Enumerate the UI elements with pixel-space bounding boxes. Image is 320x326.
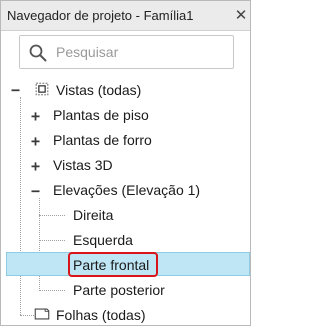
- annotation-highlight-box: [68, 252, 158, 277]
- expand-icon[interactable]: +: [30, 109, 41, 124]
- tree-label-ceiling-plans: Plantas de forro: [53, 132, 152, 148]
- tree-guide-elev-4: [39, 290, 65, 291]
- tree-label-elevations: Elevações (Elevação 1): [53, 182, 201, 198]
- tree-guide-elev-1: [39, 215, 65, 216]
- tree-guide-root-sheets: [20, 315, 34, 316]
- tree-guide-root: [20, 97, 21, 315]
- tree-label-elevation-left: Esquerda: [73, 232, 133, 248]
- views-icon: [35, 82, 49, 96]
- collapse-icon[interactable]: −: [10, 83, 21, 98]
- project-browser-panel: Navegador de projeto - Família1 ✕ − Vist…: [0, 0, 251, 326]
- tree-label-views: Vistas (todas): [56, 82, 142, 98]
- tree-guide-elevations: [39, 198, 40, 291]
- tree-label-elevation-back: Parte posterior: [73, 282, 165, 298]
- project-tree: − Vistas (todas) + Plantas de piso + Pla…: [1, 1, 250, 325]
- collapse-icon[interactable]: −: [30, 184, 41, 199]
- expand-icon[interactable]: +: [30, 159, 41, 174]
- tree-label-floor-plans: Plantas de piso: [53, 107, 149, 123]
- expand-icon[interactable]: +: [30, 134, 41, 149]
- tree-label-3d-views: Vistas 3D: [53, 157, 113, 173]
- tree-label-sheets: Folhas (todas): [56, 307, 146, 323]
- tree-guide-elev-2: [39, 240, 65, 241]
- sheet-icon: [34, 308, 50, 320]
- tree-label-elevation-right: Direita: [73, 207, 114, 223]
